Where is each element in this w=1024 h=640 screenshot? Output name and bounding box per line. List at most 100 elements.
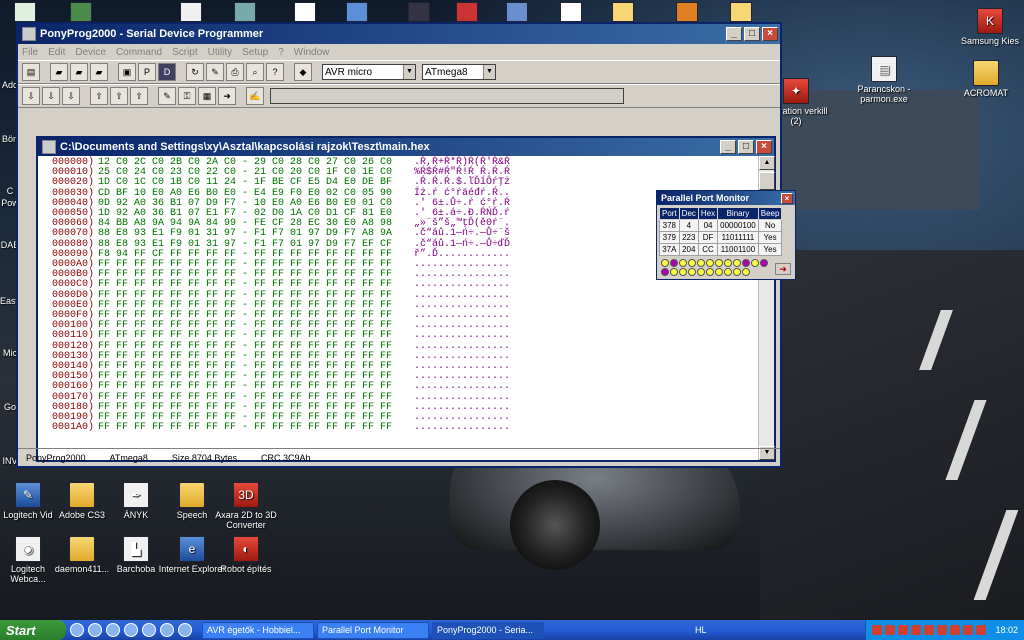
write-all-icon[interactable]: ⇧ xyxy=(90,87,108,105)
desktop-top-icon[interactable] xyxy=(234,2,256,22)
file-path: C:\Documents and Settings\xy\Asztal\kapc… xyxy=(60,141,430,153)
clock[interactable]: 18:02 xyxy=(995,625,1018,635)
reload-icon[interactable]: ↻ xyxy=(186,63,204,81)
minimize-button[interactable]: _ xyxy=(726,27,742,41)
write-prog-icon[interactable]: ⇧ xyxy=(110,87,128,105)
menu-help[interactable]: ? xyxy=(278,47,284,58)
acromat-shortcut[interactable]: ACROMAT xyxy=(952,60,1020,98)
taskbar-item-ponyprog[interactable]: PonyProg2000 - Seria... xyxy=(432,621,544,639)
chevron-down-icon[interactable]: ▼ xyxy=(403,65,415,79)
samsung-kies-shortcut[interactable]: K Samsung Kies xyxy=(956,8,1024,46)
quicklaunch-icon[interactable] xyxy=(178,623,192,637)
arrow-right-icon[interactable]: ➜ xyxy=(775,263,791,275)
open-data-icon[interactable]: ▰ xyxy=(90,63,108,81)
tray-icon[interactable] xyxy=(872,625,883,635)
device-family-select[interactable]: AVR micro ▼ xyxy=(322,64,416,80)
taskbar-item-avr[interactable]: AVR égetők - Hobbiel... xyxy=(202,621,314,639)
hex-row[interactable]: 0001A0) FF FF FF FF FF FF FF FF - FF FF F… xyxy=(52,423,758,433)
quicklaunch-icon[interactable] xyxy=(160,623,174,637)
tray-icon[interactable] xyxy=(885,625,896,635)
open-icon[interactable]: ▰ xyxy=(50,63,68,81)
device-type-select[interactable]: ATmega8 ▼ xyxy=(422,64,496,80)
quicklaunch-icon[interactable] xyxy=(88,623,102,637)
child-title-bar[interactable]: C:\Documents and Settings\xy\Asztal\kapc… xyxy=(38,138,774,156)
close-button[interactable]: × xyxy=(762,27,778,41)
desktop-top-icon[interactable] xyxy=(560,2,582,22)
folder-icon[interactable] xyxy=(730,2,752,22)
read-all-icon[interactable]: ⇩ xyxy=(22,87,40,105)
edit-icon[interactable]: ✎ xyxy=(206,63,224,81)
menu-edit[interactable]: Edit xyxy=(48,47,65,58)
minimize-button[interactable]: _ xyxy=(720,140,736,154)
tray-icon[interactable] xyxy=(937,625,948,635)
desktop-top-icon[interactable] xyxy=(456,2,478,22)
recycle-bin-icon[interactable] xyxy=(14,2,36,22)
beep-cell[interactable]: Yes xyxy=(757,243,783,256)
tray-icon[interactable] xyxy=(976,625,987,635)
menu-script[interactable]: Script xyxy=(172,47,198,58)
hex-editor-window[interactable]: C:\Documents and Settings\xy\Asztal\kapc… xyxy=(36,136,776,462)
desktop-top-icon[interactable] xyxy=(70,2,92,22)
save-icon[interactable]: ▣ xyxy=(118,63,136,81)
parmon-shortcut[interactable]: ▤ Parancskon - parmon.exe xyxy=(850,56,918,104)
taskbar-item-ppm[interactable]: Parallel Port Monitor xyxy=(317,621,429,639)
desktop-top-icon[interactable] xyxy=(506,2,528,22)
menu-command[interactable]: Command xyxy=(116,47,162,58)
help-icon[interactable]: ? xyxy=(266,63,284,81)
scroll-thumb[interactable] xyxy=(759,172,775,190)
desktop-top-icon[interactable] xyxy=(676,2,698,22)
tray-icon[interactable] xyxy=(898,625,909,635)
ppm-title-bar[interactable]: Parallel Port Monitor × xyxy=(657,191,795,205)
maximize-button[interactable]: □ xyxy=(744,27,760,41)
parallel-port-monitor-window[interactable]: Parallel Port Monitor × Port Dec Hex Bin… xyxy=(656,190,796,280)
read-data-icon[interactable]: ⇩ xyxy=(62,87,80,105)
desktop-top-icon[interactable] xyxy=(408,2,430,22)
quicklaunch-icon[interactable] xyxy=(124,623,138,637)
desktop-shortcut[interactable]: ◐ Robot építés xyxy=(212,536,280,574)
status-size: Size 8704 Bytes xyxy=(171,452,237,463)
beep-cell[interactable]: Yes xyxy=(757,231,783,244)
print-icon[interactable]: ⎙ xyxy=(226,63,244,81)
quicklaunch-icon[interactable] xyxy=(70,623,84,637)
tray-icon[interactable] xyxy=(911,625,922,635)
quicklaunch-icon[interactable] xyxy=(106,623,120,637)
folder-icon[interactable] xyxy=(612,2,634,22)
arrow-right-icon[interactable]: ➜ xyxy=(218,87,236,105)
cell: 37A xyxy=(659,243,680,256)
desktop-top-icon[interactable] xyxy=(346,2,368,22)
grid-icon[interactable]: ▦ xyxy=(198,87,216,105)
close-button[interactable]: × xyxy=(781,192,793,204)
tray-icon[interactable] xyxy=(963,625,974,635)
desktop-top-icon[interactable] xyxy=(294,2,316,22)
chip-icon[interactable]: ◆ xyxy=(294,63,312,81)
close-button[interactable]: × xyxy=(756,140,772,154)
language-indicator[interactable]: HL xyxy=(695,625,707,635)
menu-device[interactable]: Device xyxy=(75,47,106,58)
title-bar[interactable]: PonyProg2000 - Serial Device Programmer … xyxy=(18,24,780,44)
menu-utility[interactable]: Utility xyxy=(208,47,232,58)
new-icon[interactable]: ▤ xyxy=(22,63,40,81)
start-button[interactable]: Start xyxy=(0,620,66,640)
save-data-icon[interactable]: D xyxy=(158,63,176,81)
lock-icon[interactable]: ⚿ xyxy=(178,87,196,105)
maximize-button[interactable]: □ xyxy=(738,140,754,154)
menu-window[interactable]: Window xyxy=(294,47,330,58)
menu-setup[interactable]: Setup xyxy=(242,47,268,58)
beep-cell[interactable]: No xyxy=(757,219,783,232)
tray-icon[interactable] xyxy=(950,625,961,635)
zoom-icon[interactable]: ⌕ xyxy=(246,63,264,81)
chevron-down-icon[interactable]: ▼ xyxy=(483,65,495,79)
hex-dump[interactable]: 000000) 12 C0 2C C0 2B C0 2A C0 - 29 C0 2… xyxy=(38,156,758,460)
erase-icon[interactable]: ✎ xyxy=(158,87,176,105)
scroll-up-icon[interactable]: ▲ xyxy=(759,156,775,170)
tray-icon[interactable] xyxy=(924,625,935,635)
desktop-top-icon[interactable] xyxy=(180,2,202,22)
script-icon[interactable]: ✍ xyxy=(246,87,264,105)
read-prog-icon[interactable]: ⇩ xyxy=(42,87,60,105)
open-prog-icon[interactable]: ▰ xyxy=(70,63,88,81)
write-data-icon[interactable]: ⇧ xyxy=(130,87,148,105)
save-prog-icon[interactable]: P xyxy=(138,63,156,81)
desktop-shortcut[interactable]: 3D Axara 2D to 3D Converter xyxy=(212,482,280,530)
menu-file[interactable]: File xyxy=(22,47,38,58)
quicklaunch-icon[interactable] xyxy=(142,623,156,637)
